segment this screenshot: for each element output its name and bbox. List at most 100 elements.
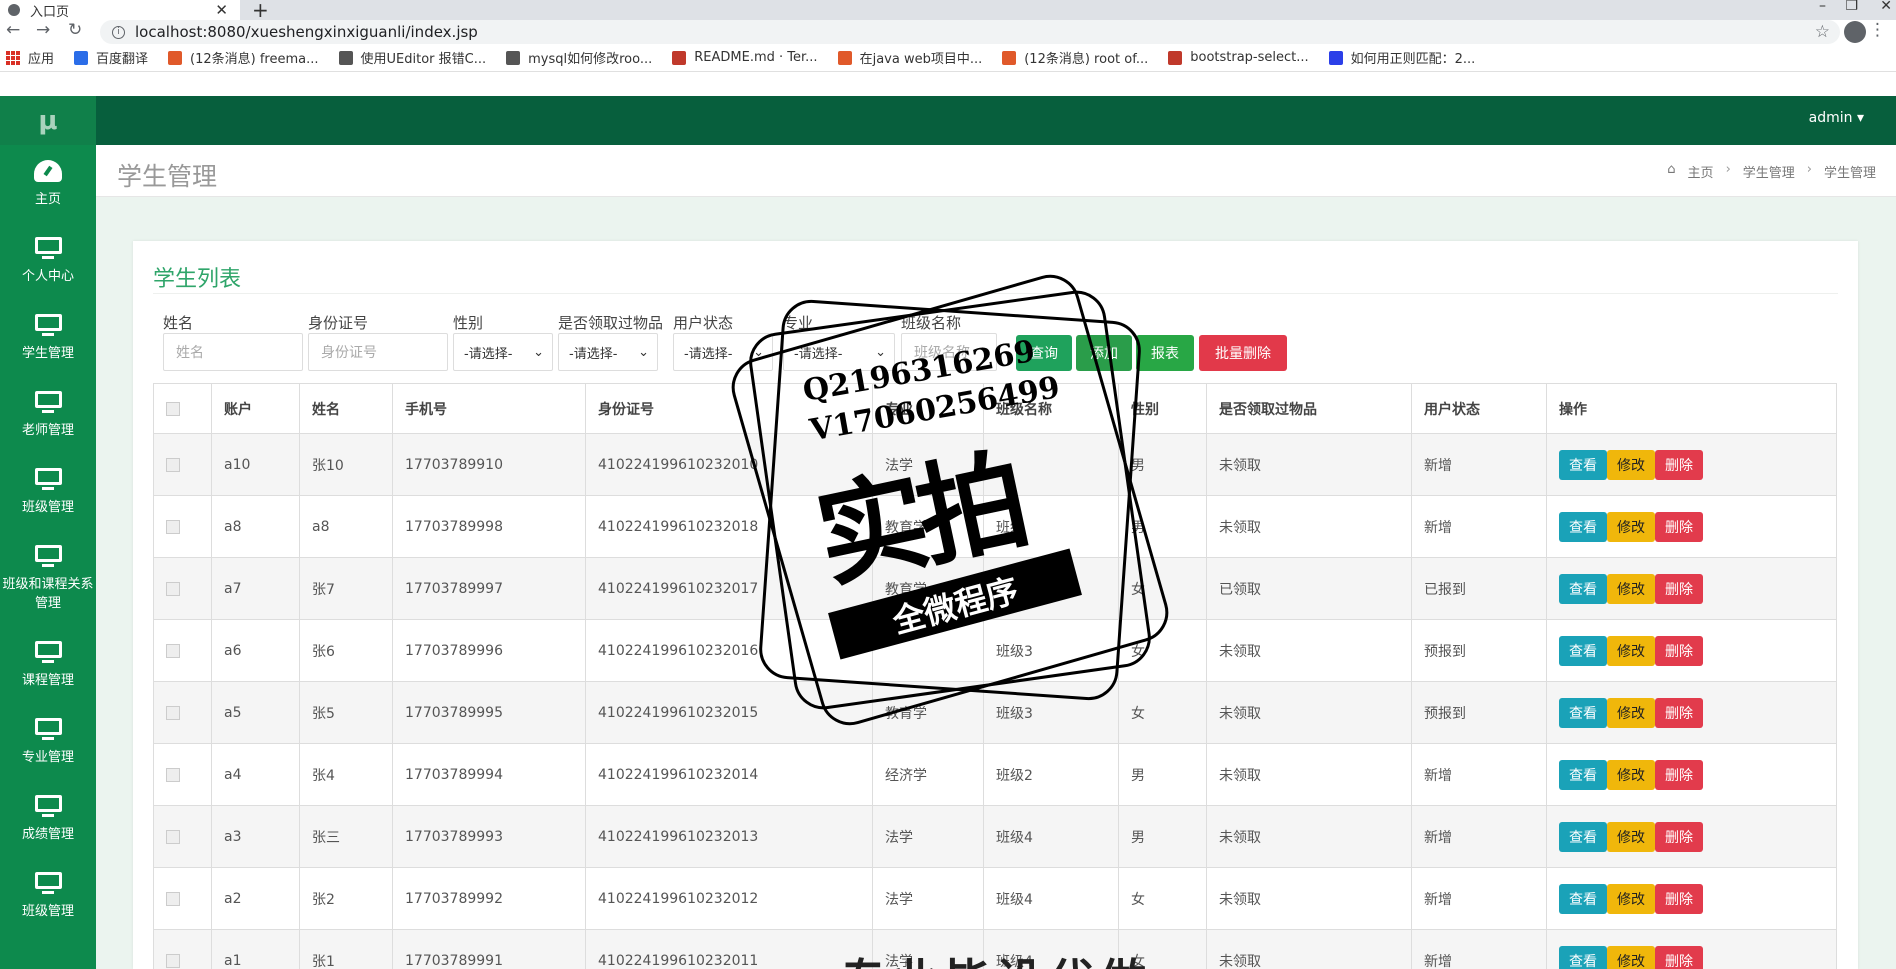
star-icon[interactable]: ☆ [1815, 22, 1830, 42]
sidebar-item[interactable]: 课程管理 [0, 626, 96, 703]
gender-select[interactable]: -请选择- ⌄ [453, 333, 553, 371]
view-button[interactable]: 查看 [1559, 635, 1607, 666]
bookmark-favicon-icon [74, 50, 89, 65]
sidebar-item[interactable]: 班级和课程关系管理 [0, 530, 96, 626]
status-select[interactable]: -请选择- ⌄ [673, 333, 773, 371]
major-select[interactable]: -请选择- ⌄ [783, 333, 895, 371]
view-button[interactable]: 查看 [1559, 697, 1607, 728]
bookmark-item[interactable]: bootstrap-select... [1168, 50, 1309, 65]
view-button[interactable]: 查看 [1559, 883, 1607, 914]
delete-button[interactable]: 删除 [1655, 635, 1703, 666]
report-button[interactable]: 报表 [1136, 335, 1194, 371]
bookmark-item[interactable]: 如何用正则匹配：2... [1328, 48, 1476, 67]
sidebar-item[interactable]: 主页 [0, 145, 96, 222]
info-icon[interactable]: i [112, 25, 125, 39]
reload-icon[interactable]: ↻ [68, 20, 82, 40]
minimize-icon[interactable]: – [1819, 0, 1826, 14]
sidebar-item[interactable]: 老师管理 [0, 376, 96, 453]
view-button[interactable]: 查看 [1559, 759, 1607, 790]
breadcrumb-home[interactable]: 主页 [1688, 162, 1714, 181]
edit-button[interactable]: 修改 [1607, 821, 1655, 852]
row-checkbox[interactable] [166, 643, 180, 658]
delete-button[interactable]: 删除 [1655, 573, 1703, 604]
select-all-checkbox[interactable] [166, 401, 180, 416]
gift-select[interactable]: -请选择- ⌄ [558, 333, 658, 371]
sidebar-item-label: 成绩管理 [21, 827, 74, 842]
row-checkbox[interactable] [166, 581, 180, 596]
edit-button[interactable]: 修改 [1607, 759, 1655, 790]
restore-icon[interactable]: ❐ [1845, 0, 1858, 14]
forward-icon[interactable]: → [36, 20, 50, 40]
row-select-cell [153, 495, 212, 558]
bookmark-item[interactable]: 百度翻译 [74, 48, 148, 67]
col-name: 姓名 [299, 383, 393, 434]
sidebar-item[interactable]: 班级管理 [0, 453, 96, 530]
cell-name: 张1 [299, 929, 393, 969]
delete-button[interactable]: 删除 [1655, 449, 1703, 480]
bookmark-item[interactable]: README.md · Ter... [672, 50, 818, 65]
cell-actions: 查看 修改 删除 [1546, 743, 1837, 806]
view-button[interactable]: 查看 [1559, 573, 1607, 604]
delete-button[interactable]: 删除 [1655, 511, 1703, 542]
view-button[interactable]: 查看 [1559, 945, 1607, 969]
view-button[interactable]: 查看 [1559, 821, 1607, 852]
globe-icon [8, 4, 20, 16]
url-input[interactable]: i localhost:8080/xueshengxinxiguanli/ind… [100, 20, 1840, 44]
sidebar-item[interactable]: 成绩管理 [0, 780, 96, 857]
sidebar-item[interactable]: 专业管理 [0, 703, 96, 780]
user-menu[interactable]: admin ▾ [1809, 110, 1864, 126]
view-button[interactable]: 查看 [1559, 449, 1607, 480]
bookmark-item[interactable]: 应用 [6, 48, 54, 67]
window-close-icon[interactable]: ✕ [1880, 0, 1892, 14]
row-checkbox[interactable] [166, 705, 180, 720]
edit-button[interactable]: 修改 [1607, 697, 1655, 728]
cell-idno: 410224199610232010 [585, 433, 873, 496]
sidebar-item[interactable]: 个人中心 [0, 222, 96, 299]
name-input[interactable]: 姓名 [163, 333, 303, 371]
bookmark-item[interactable]: 在java web项目中... [837, 48, 982, 67]
breadcrumb-section[interactable]: 学生管理 [1743, 162, 1795, 181]
row-checkbox[interactable] [166, 953, 180, 968]
sidebar-item[interactable]: 学生管理 [0, 299, 96, 376]
bookmark-item[interactable]: (12条消息) root of... [1002, 48, 1148, 67]
profile-avatar[interactable] [1844, 21, 1866, 43]
cell-account: a2 [211, 867, 300, 930]
bookmark-label: 如何用正则匹配：2... [1350, 52, 1476, 67]
tab-close-icon[interactable]: ✕ [215, 1, 228, 19]
id-input[interactable]: 身份证号 [308, 333, 448, 371]
bookmark-item[interactable]: 使用UEditor 报错C... [338, 48, 486, 67]
delete-button[interactable]: 删除 [1655, 883, 1703, 914]
row-checkbox[interactable] [166, 891, 180, 906]
row-select-cell [153, 867, 212, 930]
view-button[interactable]: 查看 [1559, 511, 1607, 542]
edit-button[interactable]: 修改 [1607, 573, 1655, 604]
delete-button[interactable]: 删除 [1655, 945, 1703, 969]
col-idno: 身份证号 [585, 383, 873, 434]
new-tab-button[interactable]: + [252, 0, 269, 22]
col-account: 账户 [211, 383, 300, 434]
edit-button[interactable]: 修改 [1607, 511, 1655, 542]
cell-actions: 查看 修改 删除 [1546, 619, 1837, 682]
browser-tab[interactable]: 入口页 ✕ [0, 0, 240, 20]
bookmark-item[interactable]: mysql如何修改roo... [506, 48, 652, 67]
edit-button[interactable]: 修改 [1607, 945, 1655, 969]
edit-button[interactable]: 修改 [1607, 635, 1655, 666]
edit-button[interactable]: 修改 [1607, 449, 1655, 480]
row-checkbox[interactable] [166, 519, 180, 534]
add-button[interactable]: 添加 [1076, 335, 1132, 371]
delete-button[interactable]: 删除 [1655, 697, 1703, 728]
delete-button[interactable]: 删除 [1655, 821, 1703, 852]
back-icon[interactable]: ← [6, 20, 20, 40]
batch-delete-button[interactable]: 批量删除 [1199, 335, 1287, 371]
row-checkbox[interactable] [166, 829, 180, 844]
edit-button[interactable]: 修改 [1607, 883, 1655, 914]
sidebar-item[interactable]: 班级管理 [0, 857, 96, 934]
row-checkbox[interactable] [166, 767, 180, 782]
cell-status: 已报到 [1411, 557, 1547, 620]
delete-button[interactable]: 删除 [1655, 759, 1703, 790]
class-input[interactable]: 班级名称 [901, 333, 997, 371]
bookmark-item[interactable]: (12条消息) freema... [168, 48, 319, 67]
row-checkbox[interactable] [166, 457, 180, 472]
query-button[interactable]: 查询 [1016, 335, 1072, 371]
more-icon[interactable]: ⋮ [1869, 20, 1886, 40]
